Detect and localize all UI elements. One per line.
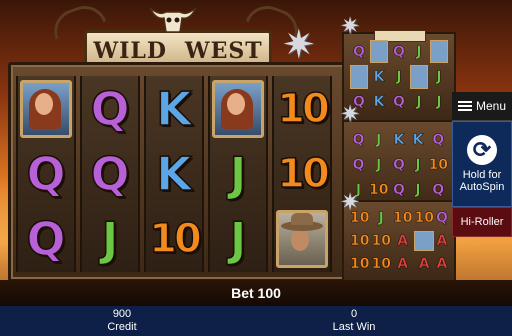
- menu-label: Menu: [475, 99, 507, 113]
- credit-label: Credit: [107, 321, 137, 333]
- symbol-q: Q: [26, 212, 67, 268]
- cowboy-portrait-symbol: [274, 209, 330, 269]
- mini-symbol-10: 10: [371, 232, 391, 249]
- sheriff-star-icon: ✷: [340, 189, 361, 216]
- mini-portrait-symbol: [414, 230, 434, 252]
- mini-symbol-j: J: [415, 182, 421, 199]
- bet-bar[interactable]: Bet 100: [0, 280, 512, 306]
- reel-1: QQ: [16, 76, 76, 272]
- mini-symbol-10: 10: [428, 156, 448, 174]
- mini-symbol-k: K: [373, 68, 385, 86]
- mini-symbol-j: J: [436, 94, 442, 111]
- mini-symbol-j: J: [416, 43, 422, 60]
- mini-symbol-j: J: [378, 210, 384, 227]
- last-win-display: 0 Last Win: [294, 308, 414, 334]
- mini-symbol-a: A: [436, 232, 448, 249]
- mini-symbol-k: K: [412, 131, 424, 148]
- info-bar: 900 Credit 0 Last Win: [0, 306, 512, 336]
- woman-portrait-symbol: [210, 79, 266, 139]
- mini-symbol-j: J: [415, 156, 421, 174]
- mini-symbol-q: Q: [353, 43, 365, 60]
- mini-symbol-k: K: [393, 131, 405, 148]
- symbol-k: K: [155, 146, 192, 202]
- reel-grid[interactable]: Q Q Q Q J K K 10 J J 10 10: [14, 74, 340, 274]
- logo-word-wild: WILD: [93, 38, 167, 64]
- mini-symbol-j: J: [376, 156, 382, 174]
- credit-value: 900: [112, 308, 132, 320]
- bull-skull-icon: [149, 7, 197, 33]
- mini-symbol-q: Q: [393, 94, 405, 111]
- sheriff-star-icon: ✷: [340, 101, 361, 128]
- mini-symbol-j: J: [396, 68, 402, 86]
- mini-grid-2: Q J K K Q Q J Q J 10 J 10 Q J Q: [350, 128, 448, 202]
- symbol-10: 10: [276, 150, 330, 198]
- mini-symbol-a: A: [397, 232, 409, 249]
- symbol-j: J: [229, 212, 248, 268]
- mini-symbol-10: 10: [392, 210, 413, 227]
- mini-symbol-j: J: [416, 94, 422, 111]
- symbol-q: Q: [90, 81, 131, 137]
- symbol-j: J: [101, 212, 120, 268]
- mini-portrait-symbol: [350, 65, 368, 89]
- mini-symbol-q: Q: [352, 156, 365, 174]
- menu-button[interactable]: Menu: [452, 92, 512, 121]
- mini-symbol-q: Q: [432, 182, 445, 199]
- last-win-value: 0: [350, 308, 358, 320]
- mini-portrait-symbol: [430, 40, 448, 64]
- mini-symbol-j: J: [376, 131, 382, 148]
- mini-symbol-a: A: [418, 255, 430, 272]
- symbol-k: K: [155, 81, 192, 137]
- mini-symbol-q: Q: [352, 131, 365, 148]
- mini-symbol-a: A: [397, 255, 409, 272]
- sheriff-star-icon: ✷: [340, 13, 361, 40]
- mini-symbol-q: Q: [393, 182, 405, 199]
- symbol-10: 10: [148, 216, 202, 264]
- mini-grid-3: 10 J 10 10 Q 10 10 A A 10 10 A A A: [350, 208, 448, 274]
- last-win-label: Last Win: [332, 321, 376, 333]
- mini-symbol-k: K: [373, 94, 385, 111]
- side-panel: Menu ⟳ Hold for AutoSpin Hi-Roller: [452, 92, 512, 237]
- mini-symbol-q: Q: [393, 43, 405, 60]
- reel-3: K K 10: [144, 76, 204, 272]
- symbol-10: 10: [276, 85, 330, 133]
- mini-symbol-10: 10: [369, 182, 389, 199]
- symbol-q: Q: [26, 146, 67, 202]
- hi-roller-label: Hi-Roller: [460, 216, 504, 228]
- credit-display: 900 Credit: [62, 308, 182, 334]
- mini-symbol-a: A: [436, 255, 448, 272]
- hamburger-icon: [457, 101, 472, 111]
- logo-word-west: WEST: [184, 38, 263, 64]
- circular-arrow-icon: ⟳: [467, 135, 497, 165]
- autospin-label: Hold for AutoSpin: [459, 169, 505, 193]
- mini-symbol-10: 10: [350, 255, 370, 272]
- mini-symbol-10: 10: [350, 232, 370, 249]
- mini-portrait-symbol: [410, 65, 428, 89]
- mini-symbol-q: Q: [432, 131, 445, 148]
- symbol-j: J: [229, 146, 248, 202]
- mini-symbol-10: 10: [414, 210, 434, 227]
- autospin-button[interactable]: ⟳ Hold for AutoSpin: [452, 121, 512, 207]
- mini-symbol-j: J: [436, 68, 442, 86]
- mini-symbol-q: Q: [436, 210, 448, 227]
- woman-portrait-symbol: [18, 79, 74, 139]
- hi-roller-button[interactable]: Hi-Roller: [452, 207, 512, 237]
- mini-symbol-q: Q: [393, 156, 405, 174]
- bet-label: Bet 100: [231, 285, 281, 301]
- mini-grid-1: QQJKJJQKQJJ: [350, 40, 448, 114]
- reel-5: 10 10: [272, 76, 332, 272]
- mini-symbol-10: 10: [371, 255, 391, 272]
- reel-4: JJ: [208, 76, 268, 272]
- reel-2: QQJ: [80, 76, 140, 272]
- symbol-q: Q: [90, 146, 131, 202]
- mini-portrait-symbol: [370, 40, 388, 64]
